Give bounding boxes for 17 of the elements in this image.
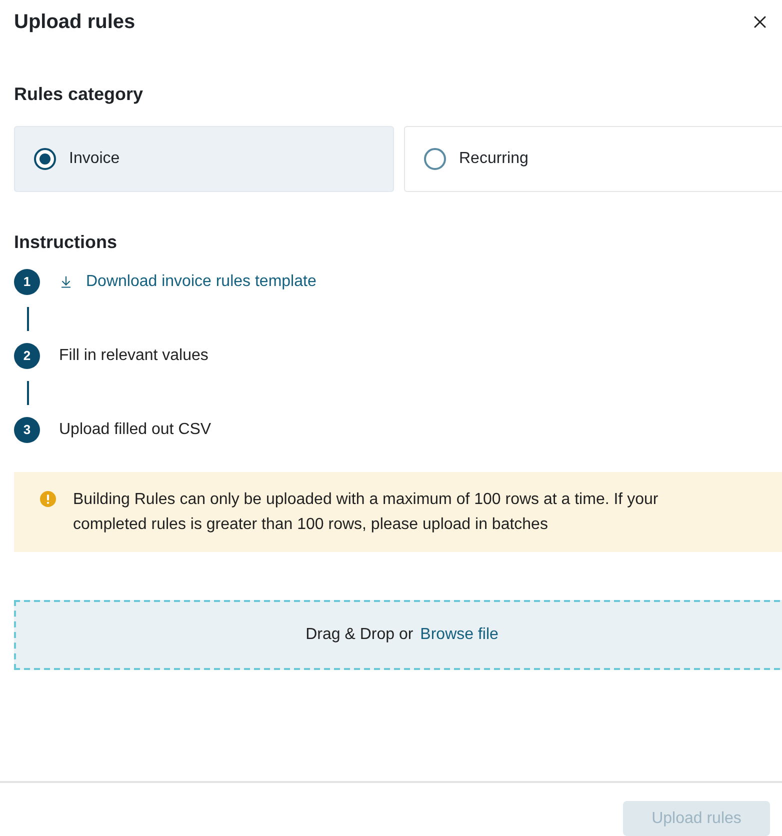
download-template-link[interactable]: Download invoice rules template [59, 270, 316, 294]
warning-text: Building Rules can only be uploaded with a maximum of 100 rows at a time. If your completed rules is greater than 100 rows, please upload in batches [73, 490, 660, 535]
step-text: Upload filled out CSV [59, 420, 212, 440]
warning-icon [40, 491, 56, 507]
step-text: Fill in relevant values [59, 346, 208, 366]
drop-zone-text: Drag & Drop or [306, 625, 414, 645]
category-radio-card[interactable]: Invoice [14, 126, 394, 192]
step-number: 2 [14, 343, 40, 369]
section-heading: Instructions [14, 232, 118, 252]
step-number: 3 [14, 417, 40, 443]
browse-file-link[interactable]: Browse file [420, 623, 498, 647]
dialog-title: Upload rules [14, 10, 136, 34]
file-drop-zone[interactable]: Drag & Drop or Browse file [14, 600, 782, 670]
step-number: 1 [14, 269, 40, 295]
category-radio-card[interactable]: Recurring [404, 126, 782, 192]
download-icon [59, 275, 73, 289]
section-heading: Rules category [14, 84, 144, 104]
